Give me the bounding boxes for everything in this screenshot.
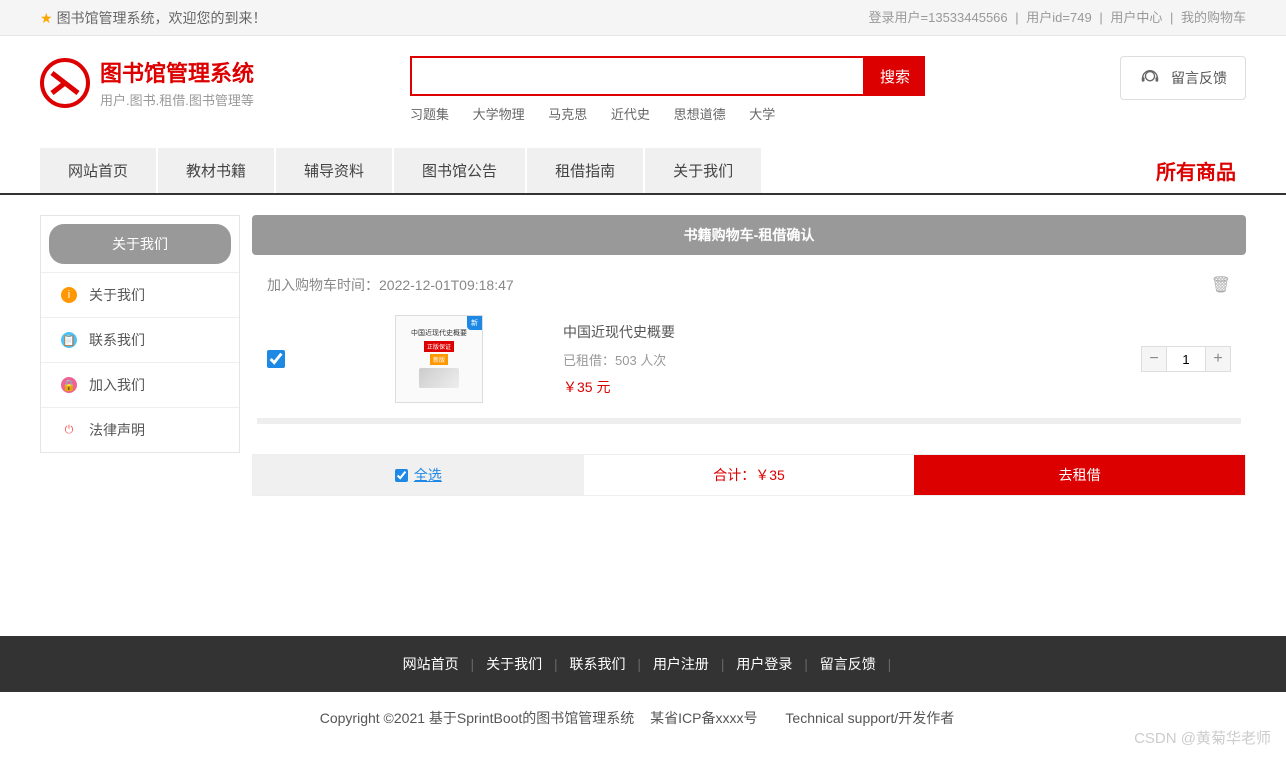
site-logo-icon [40, 58, 90, 108]
book-meta: 已租借：503 人次 [563, 350, 1141, 369]
cart-footer: 全选 合计：￥35 去租借 [252, 454, 1246, 496]
sidebar-item-legal[interactable]: ⏻ 法律声明 [41, 407, 239, 452]
clipboard-icon: 📋 [61, 332, 77, 348]
total-label: 合计：￥35 [584, 455, 915, 495]
book-cover-image: 新 中国近现代史概要 正版保证 新版 [395, 315, 483, 403]
footer-link-feedback[interactable]: 留言反馈 [820, 656, 876, 672]
footer-nav: 网站首页 | 关于我们 | 联系我们 | 用户注册 | 用户登录 | 留言反馈 … [0, 636, 1286, 692]
book-title: 中国近现代史概要 [563, 322, 1141, 342]
search-area: 搜索 习题集 大学物理 马克思 近代史 思想道德 大学 [410, 56, 940, 123]
footer-link-login[interactable]: 用户登录 [736, 656, 792, 672]
top-bar: ★图书馆管理系统，欢迎您的到来！ 登录用户=13533445566 | 用户id… [0, 0, 1286, 36]
footer-tech-link[interactable]: Technical support/开发作者 [785, 710, 954, 726]
book-price: ￥35 元 [563, 377, 1141, 397]
sidebar-item-contact[interactable]: 📋 联系我们 [41, 317, 239, 362]
footer-link-home[interactable]: 网站首页 [403, 656, 459, 672]
info-icon: i [61, 287, 77, 303]
user-center-link[interactable]: 用户中心 [1110, 10, 1162, 25]
hot-word-link[interactable]: 近代史 [611, 107, 650, 122]
nav-item-home[interactable]: 网站首页 [40, 148, 156, 193]
main-nav: 网站首页 教材书籍 辅导资料 图书馆公告 租借指南 关于我们 所有商品 [0, 148, 1286, 195]
trash-icon[interactable]: 🗑 [1211, 275, 1231, 295]
star-icon: ★ [40, 10, 53, 26]
site-subtitle: 用户.图书.租借.图书管理等 [100, 90, 254, 109]
select-all-link[interactable]: 全选 [414, 465, 442, 485]
page-footer: 网站首页 | 关于我们 | 联系我们 | 用户注册 | 用户登录 | 留言反馈 … [0, 636, 1286, 744]
nav-item-materials[interactable]: 辅导资料 [276, 148, 392, 193]
main-content: 关于我们 i 关于我们 📋 联系我们 🔒 加入我们 ⏻ 法律声明 书籍购物车-租… [0, 195, 1286, 516]
search-input[interactable] [410, 56, 865, 96]
hot-word-link[interactable]: 思想道德 [674, 107, 726, 122]
item-checkbox[interactable] [267, 350, 285, 368]
qty-minus-button[interactable]: − [1142, 347, 1166, 371]
nav-all-products[interactable]: 所有商品 [1156, 156, 1246, 185]
logo-area: 图书馆管理系统 用户.图书.租借.图书管理等 [40, 56, 410, 109]
sidebar: 关于我们 i 关于我们 📋 联系我们 🔒 加入我们 ⏻ 法律声明 [40, 215, 240, 453]
hot-word-link[interactable]: 马克思 [548, 107, 587, 122]
hot-words: 习题集 大学物理 马克思 近代史 思想道德 大学 [410, 104, 940, 123]
select-all-checkbox[interactable] [395, 469, 408, 482]
top-right-links: 登录用户=13533445566 | 用户id=749 | 用户中心 | 我的购… [869, 0, 1246, 35]
footer-icp-link[interactable]: 某省ICP备xxxx号 [650, 710, 757, 726]
headset-icon [1139, 67, 1161, 89]
nav-item-about[interactable]: 关于我们 [645, 148, 761, 193]
qty-plus-button[interactable]: + [1206, 347, 1230, 371]
search-button[interactable]: 搜索 [865, 56, 925, 96]
nav-item-books[interactable]: 教材书籍 [158, 148, 274, 193]
select-all-section: 全选 [253, 455, 584, 495]
cart-item-row: 新 中国近现代史概要 正版保证 新版 中国近现代史概要 已租借：503 人次 ￥… [252, 305, 1246, 418]
sidebar-item-join[interactable]: 🔒 加入我们 [41, 362, 239, 407]
site-title: 图书馆管理系统 [100, 56, 254, 88]
qty-input[interactable] [1166, 347, 1206, 371]
cart-panel: 书籍购物车-租借确认 加入购物车时间：2022-12-01T09:18:47 🗑… [252, 215, 1246, 496]
sidebar-item-about[interactable]: i 关于我们 [41, 272, 239, 317]
rent-button[interactable]: 去租借 [914, 455, 1245, 495]
my-cart-link[interactable]: 我的购物车 [1181, 10, 1246, 25]
footer-link-contact[interactable]: 联系我们 [570, 656, 626, 672]
footer-copyright: Copyright ©2021 基于SprintBoot的图书馆管理系统 某省I… [0, 692, 1286, 744]
footer-link-register[interactable]: 用户注册 [653, 656, 709, 672]
lock-icon: 🔒 [61, 377, 77, 393]
hot-word-link[interactable]: 大学 [749, 107, 775, 122]
panel-title: 书籍购物车-租借确认 [252, 215, 1246, 255]
header: 图书馆管理系统 用户.图书.租借.图书管理等 搜索 习题集 大学物理 马克思 近… [0, 36, 1286, 133]
power-icon: ⏻ [61, 422, 77, 438]
hot-word-link[interactable]: 习题集 [410, 107, 449, 122]
hot-word-link[interactable]: 大学物理 [473, 107, 525, 122]
quantity-stepper: − + [1141, 346, 1231, 372]
feedback-button[interactable]: 留言反馈 [1120, 56, 1246, 100]
welcome-text: ★图书馆管理系统，欢迎您的到来！ [40, 0, 267, 35]
nav-item-notices[interactable]: 图书馆公告 [394, 148, 525, 193]
footer-link-about[interactable]: 关于我们 [486, 656, 542, 672]
added-time-label: 加入购物车时间：2022-12-01T09:18:47 [267, 275, 514, 295]
sidebar-title: 关于我们 [49, 224, 231, 264]
watermark: CSDN @黄菊华老师 [1134, 727, 1271, 748]
divider [257, 418, 1241, 424]
user-id-label: 用户id=749 [1026, 10, 1091, 25]
login-user-label: 登录用户=13533445566 [869, 10, 1008, 25]
nav-item-guide[interactable]: 租借指南 [527, 148, 643, 193]
